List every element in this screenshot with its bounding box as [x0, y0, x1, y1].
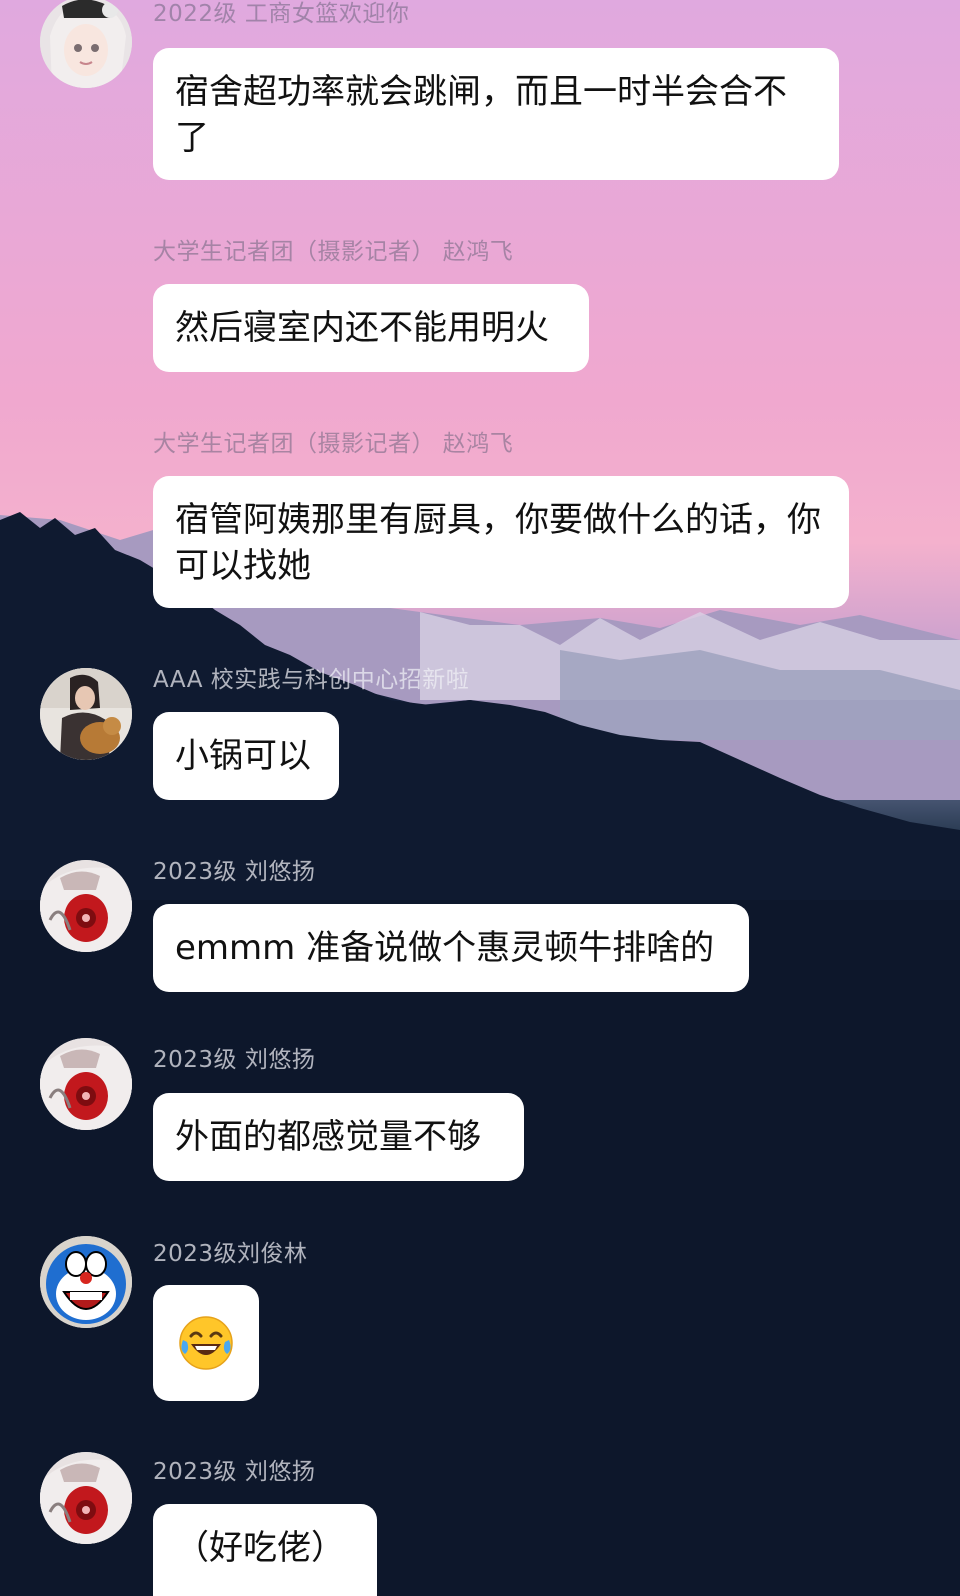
message-bubble[interactable]: 然后寝室内还不能用明火: [153, 284, 589, 372]
sender-name: 2023级刘俊林: [153, 1241, 308, 1267]
message-bubble[interactable]: 外面的都感觉量不够: [153, 1093, 524, 1181]
sender-name: 2023级 刘悠扬: [153, 1459, 316, 1485]
message-bubble[interactable]: 小锅可以: [153, 712, 339, 800]
message-bubble[interactable]: emmm 准备说做个惠灵顿牛排啥的: [153, 904, 749, 992]
message-bubble[interactable]: 宿舍超功率就会跳闸，而且一时半会合不了: [153, 48, 839, 180]
sender-name: AAA 校实践与科创中心招新啦: [153, 667, 470, 693]
message-bubble[interactable]: 宿管阿姨那里有厨具，你要做什么的话，你可以找她: [153, 476, 849, 608]
sender-name: 2023级 刘悠扬: [153, 1047, 316, 1073]
photo-avatar[interactable]: [40, 668, 132, 760]
doraemon-avatar[interactable]: [40, 1236, 132, 1328]
anime-girl-avatar[interactable]: [40, 0, 132, 88]
sender-name: 大学生记者团（摄影记者） 赵鸿飞: [153, 431, 514, 457]
sender-name: 2022级 工商女篮欢迎你: [153, 1, 410, 27]
laughing-tears-emoji: [179, 1316, 233, 1370]
anime-red-avatar[interactable]: [40, 1452, 132, 1544]
message-bubble[interactable]: [153, 1285, 259, 1401]
message-bubble[interactable]: （好吃佬）: [153, 1504, 377, 1596]
anime-red-avatar[interactable]: [40, 1038, 132, 1130]
sender-name: 大学生记者团（摄影记者） 赵鸿飞: [153, 239, 514, 265]
anime-red-avatar[interactable]: [40, 860, 132, 952]
sender-name: 2023级 刘悠扬: [153, 859, 316, 885]
